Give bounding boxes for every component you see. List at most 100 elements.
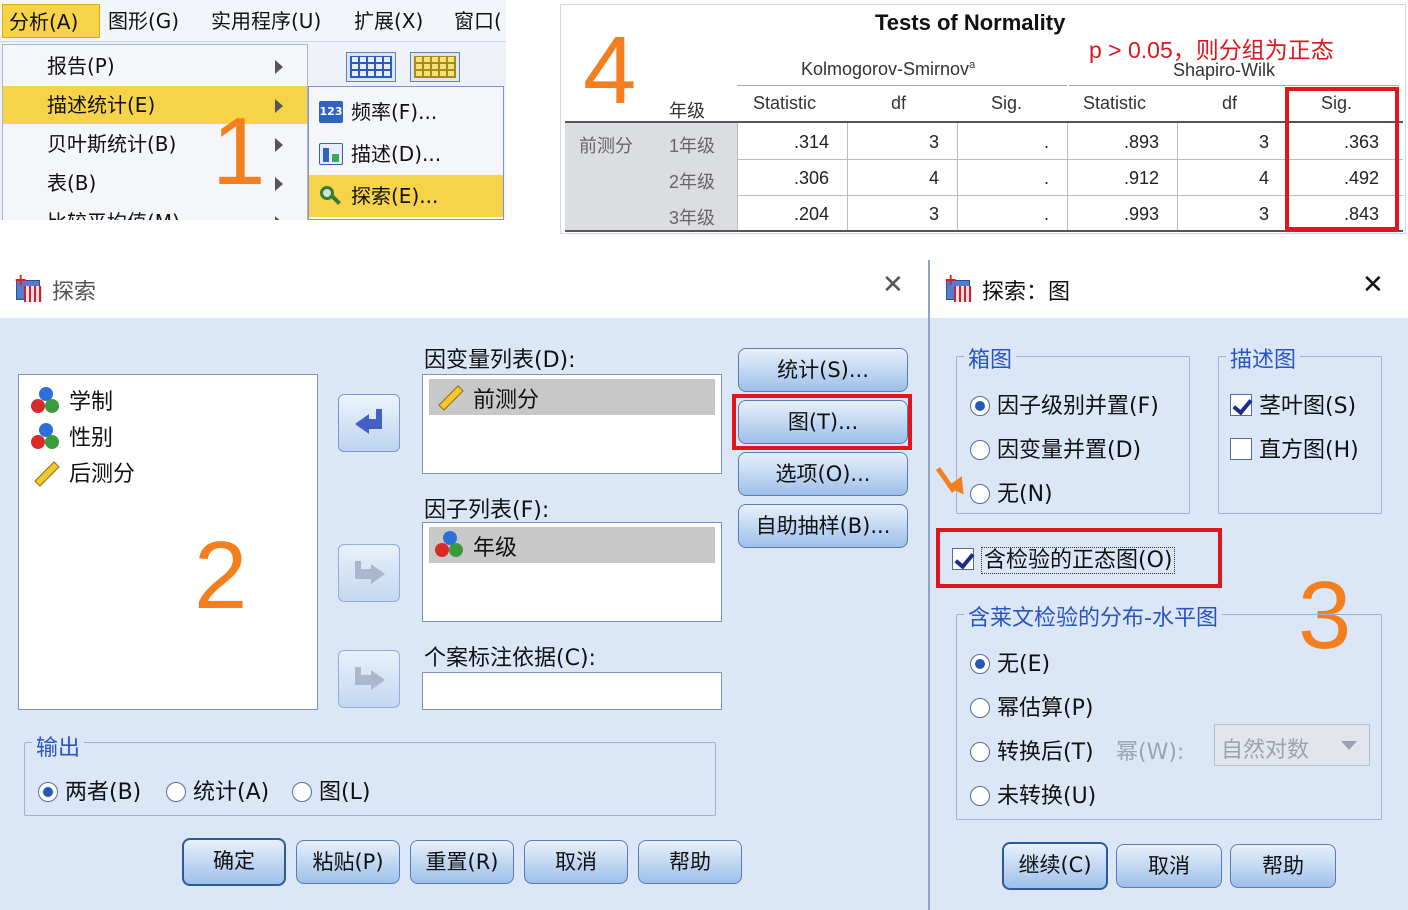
menu-item-label: 探索(E)... <box>351 184 439 208</box>
histogram-checkbox[interactable]: 直方图(H) <box>1230 432 1359 464</box>
menu-window[interactable]: 窗口( <box>448 4 506 38</box>
radio-label: 转换后(T) <box>997 740 1094 765</box>
menu-analyze[interactable]: 分析(A) <box>2 4 100 38</box>
analyze-menu-panel: 分析(A) 图形(G) 实用程序(U) 扩展(X) 窗口( 报告(P) 描述统计… <box>0 0 506 220</box>
power-label: 幂(W): <box>1116 740 1185 765</box>
list-item[interactable]: 后测分 <box>29 455 289 491</box>
menu-item-reports[interactable]: 报告(P) <box>3 47 307 85</box>
stem-and-leaf-checkbox[interactable]: 茎叶图(S) <box>1230 388 1356 420</box>
col-header: df <box>1222 93 1238 113</box>
dialog-title: 探索 <box>52 280 97 305</box>
case-label-field[interactable] <box>422 672 722 710</box>
radio-selected[interactable] <box>38 782 58 802</box>
menu-item-explore[interactable]: 探索(E)... <box>309 175 503 217</box>
radio-unselected[interactable] <box>970 786 990 806</box>
spread-level-group-label: 含莱文检验的分布-水平图 <box>964 600 1222 632</box>
dependent-list-label: 因变量列表(D): <box>424 348 576 373</box>
menu-extensions[interactable]: 扩展(X) <box>348 4 429 38</box>
reset-button[interactable]: 重置(R) <box>410 840 514 884</box>
plots-highlight-box <box>732 394 912 450</box>
help-button[interactable]: 帮助 <box>638 840 742 884</box>
dependent-list[interactable]: 前测分 <box>422 374 722 474</box>
ks-footnote-marker: a <box>969 59 976 71</box>
move-to-dependent-button[interactable] <box>338 394 400 452</box>
explore-icon <box>319 185 343 207</box>
close-icon[interactable]: ✕ <box>1362 270 1384 300</box>
spread-transformed-radio[interactable]: 转换后(T) <box>970 734 1094 766</box>
radio-unselected[interactable] <box>166 782 186 802</box>
cancel-button[interactable]: 取消 <box>1116 844 1222 888</box>
boxplot-factor-levels-radio[interactable]: 因子级别并置(F) <box>970 388 1159 420</box>
pointer-arrow-icon <box>935 454 971 500</box>
checkbox-unchecked[interactable] <box>1230 438 1252 460</box>
source-variable-list[interactable]: 学制 性别 后测分 <box>18 374 318 710</box>
radio-unselected[interactable] <box>970 742 990 762</box>
menu-item-label: 频率(F)... <box>351 100 438 124</box>
ks-statistic: .314 <box>793 132 829 152</box>
ks-statistic: .204 <box>793 204 829 224</box>
list-item[interactable]: 性别 <box>29 419 289 455</box>
help-button[interactable]: 帮助 <box>1230 844 1336 888</box>
radio-unselected[interactable] <box>970 484 990 504</box>
radio-unselected[interactable] <box>970 440 990 460</box>
ks-df: 3 <box>928 204 939 224</box>
menu-bar: 分析(A) 图形(G) 实用程序(U) 扩展(X) 窗口( <box>0 0 506 42</box>
step-number-1: 1 <box>212 98 266 205</box>
boxplots-group-label: 箱图 <box>964 342 1017 374</box>
output-statistics-radio[interactable]: 统计(A) <box>166 774 269 806</box>
variable-view-icon[interactable] <box>410 52 460 82</box>
move-to-factor-button[interactable] <box>338 544 400 602</box>
variable-label: 性别 <box>69 426 114 451</box>
continue-button[interactable]: 继续(C) <box>1002 842 1108 890</box>
chevron-right-icon <box>275 216 283 220</box>
ks-sig: . <box>1043 168 1049 188</box>
list-item[interactable]: 前测分 <box>429 379 715 415</box>
boxplot-none-radio[interactable]: 无(N) <box>970 476 1053 508</box>
boxplot-dependents-radio[interactable]: 因变量并置(D) <box>970 432 1141 464</box>
menu-graphs[interactable]: 图形(G) <box>102 4 185 38</box>
factor-list[interactable]: 年级 <box>422 522 722 622</box>
close-icon[interactable]: ✕ <box>882 270 904 300</box>
radio-selected[interactable] <box>970 654 990 674</box>
power-select[interactable]: 自然对数 <box>1214 724 1370 766</box>
menu-item-label: 表(B) <box>47 171 97 195</box>
chevron-right-icon <box>275 60 283 74</box>
spread-power-estimation-radio[interactable]: 幂估算(P) <box>970 690 1093 722</box>
cancel-button[interactable]: 取消 <box>524 840 628 884</box>
table-row: 3年级 .204 3 . .993 3 .843 <box>561 195 1407 231</box>
step-number-2: 2 <box>194 522 248 629</box>
output-plots-radio[interactable]: 图(L) <box>292 774 370 806</box>
spread-none-radio[interactable]: 无(E) <box>970 646 1050 678</box>
menu-item-frequencies[interactable]: 123 频率(F)... <box>309 91 503 133</box>
nominal-variable-icon <box>31 387 61 415</box>
descriptive-statistics-submenu: 123 频率(F)... 描述(D)... 探索(E)... <box>308 86 504 220</box>
radio-label: 两者(B) <box>65 780 142 805</box>
variable-label: 年级 <box>473 536 518 561</box>
list-item[interactable]: 年级 <box>429 527 715 563</box>
radio-unselected[interactable] <box>292 782 312 802</box>
bootstrap-button[interactable]: 自助抽样(B)... <box>738 504 908 548</box>
statistics-button[interactable]: 统计(S)... <box>738 348 908 392</box>
radio-unselected[interactable] <box>970 698 990 718</box>
ks-sig: . <box>1043 204 1049 224</box>
menu-item-label: 比较平均值(M) <box>47 210 180 220</box>
output-both-radio[interactable]: 两者(B) <box>38 774 141 806</box>
data-view-icon[interactable] <box>346 52 396 82</box>
ks-df: 4 <box>928 168 939 188</box>
ks-group-header: Kolmogorov-Smirnova <box>801 59 975 80</box>
table-row: 2年级 .306 4 . .912 4 .492 <box>561 159 1407 195</box>
list-item[interactable]: 学制 <box>29 383 289 419</box>
spread-untransformed-radio[interactable]: 未转换(U) <box>970 778 1096 810</box>
menu-item-compare-means[interactable]: 比较平均值(M) <box>3 203 307 220</box>
menu-utilities[interactable]: 实用程序(U) <box>205 4 327 38</box>
factor-list-label: 因子列表(F): <box>424 498 550 523</box>
menu-item-descriptives[interactable]: 描述(D)... <box>309 133 503 175</box>
move-to-label-button[interactable] <box>338 650 400 708</box>
checkbox-checked[interactable] <box>1230 394 1252 416</box>
nominal-variable-icon <box>435 531 465 559</box>
nominal-variable-icon <box>31 423 61 451</box>
paste-button[interactable]: 粘贴(P) <box>296 840 400 884</box>
ok-button[interactable]: 确定 <box>182 838 286 886</box>
radio-selected[interactable] <box>970 396 990 416</box>
options-button[interactable]: 选项(O)... <box>738 452 908 496</box>
